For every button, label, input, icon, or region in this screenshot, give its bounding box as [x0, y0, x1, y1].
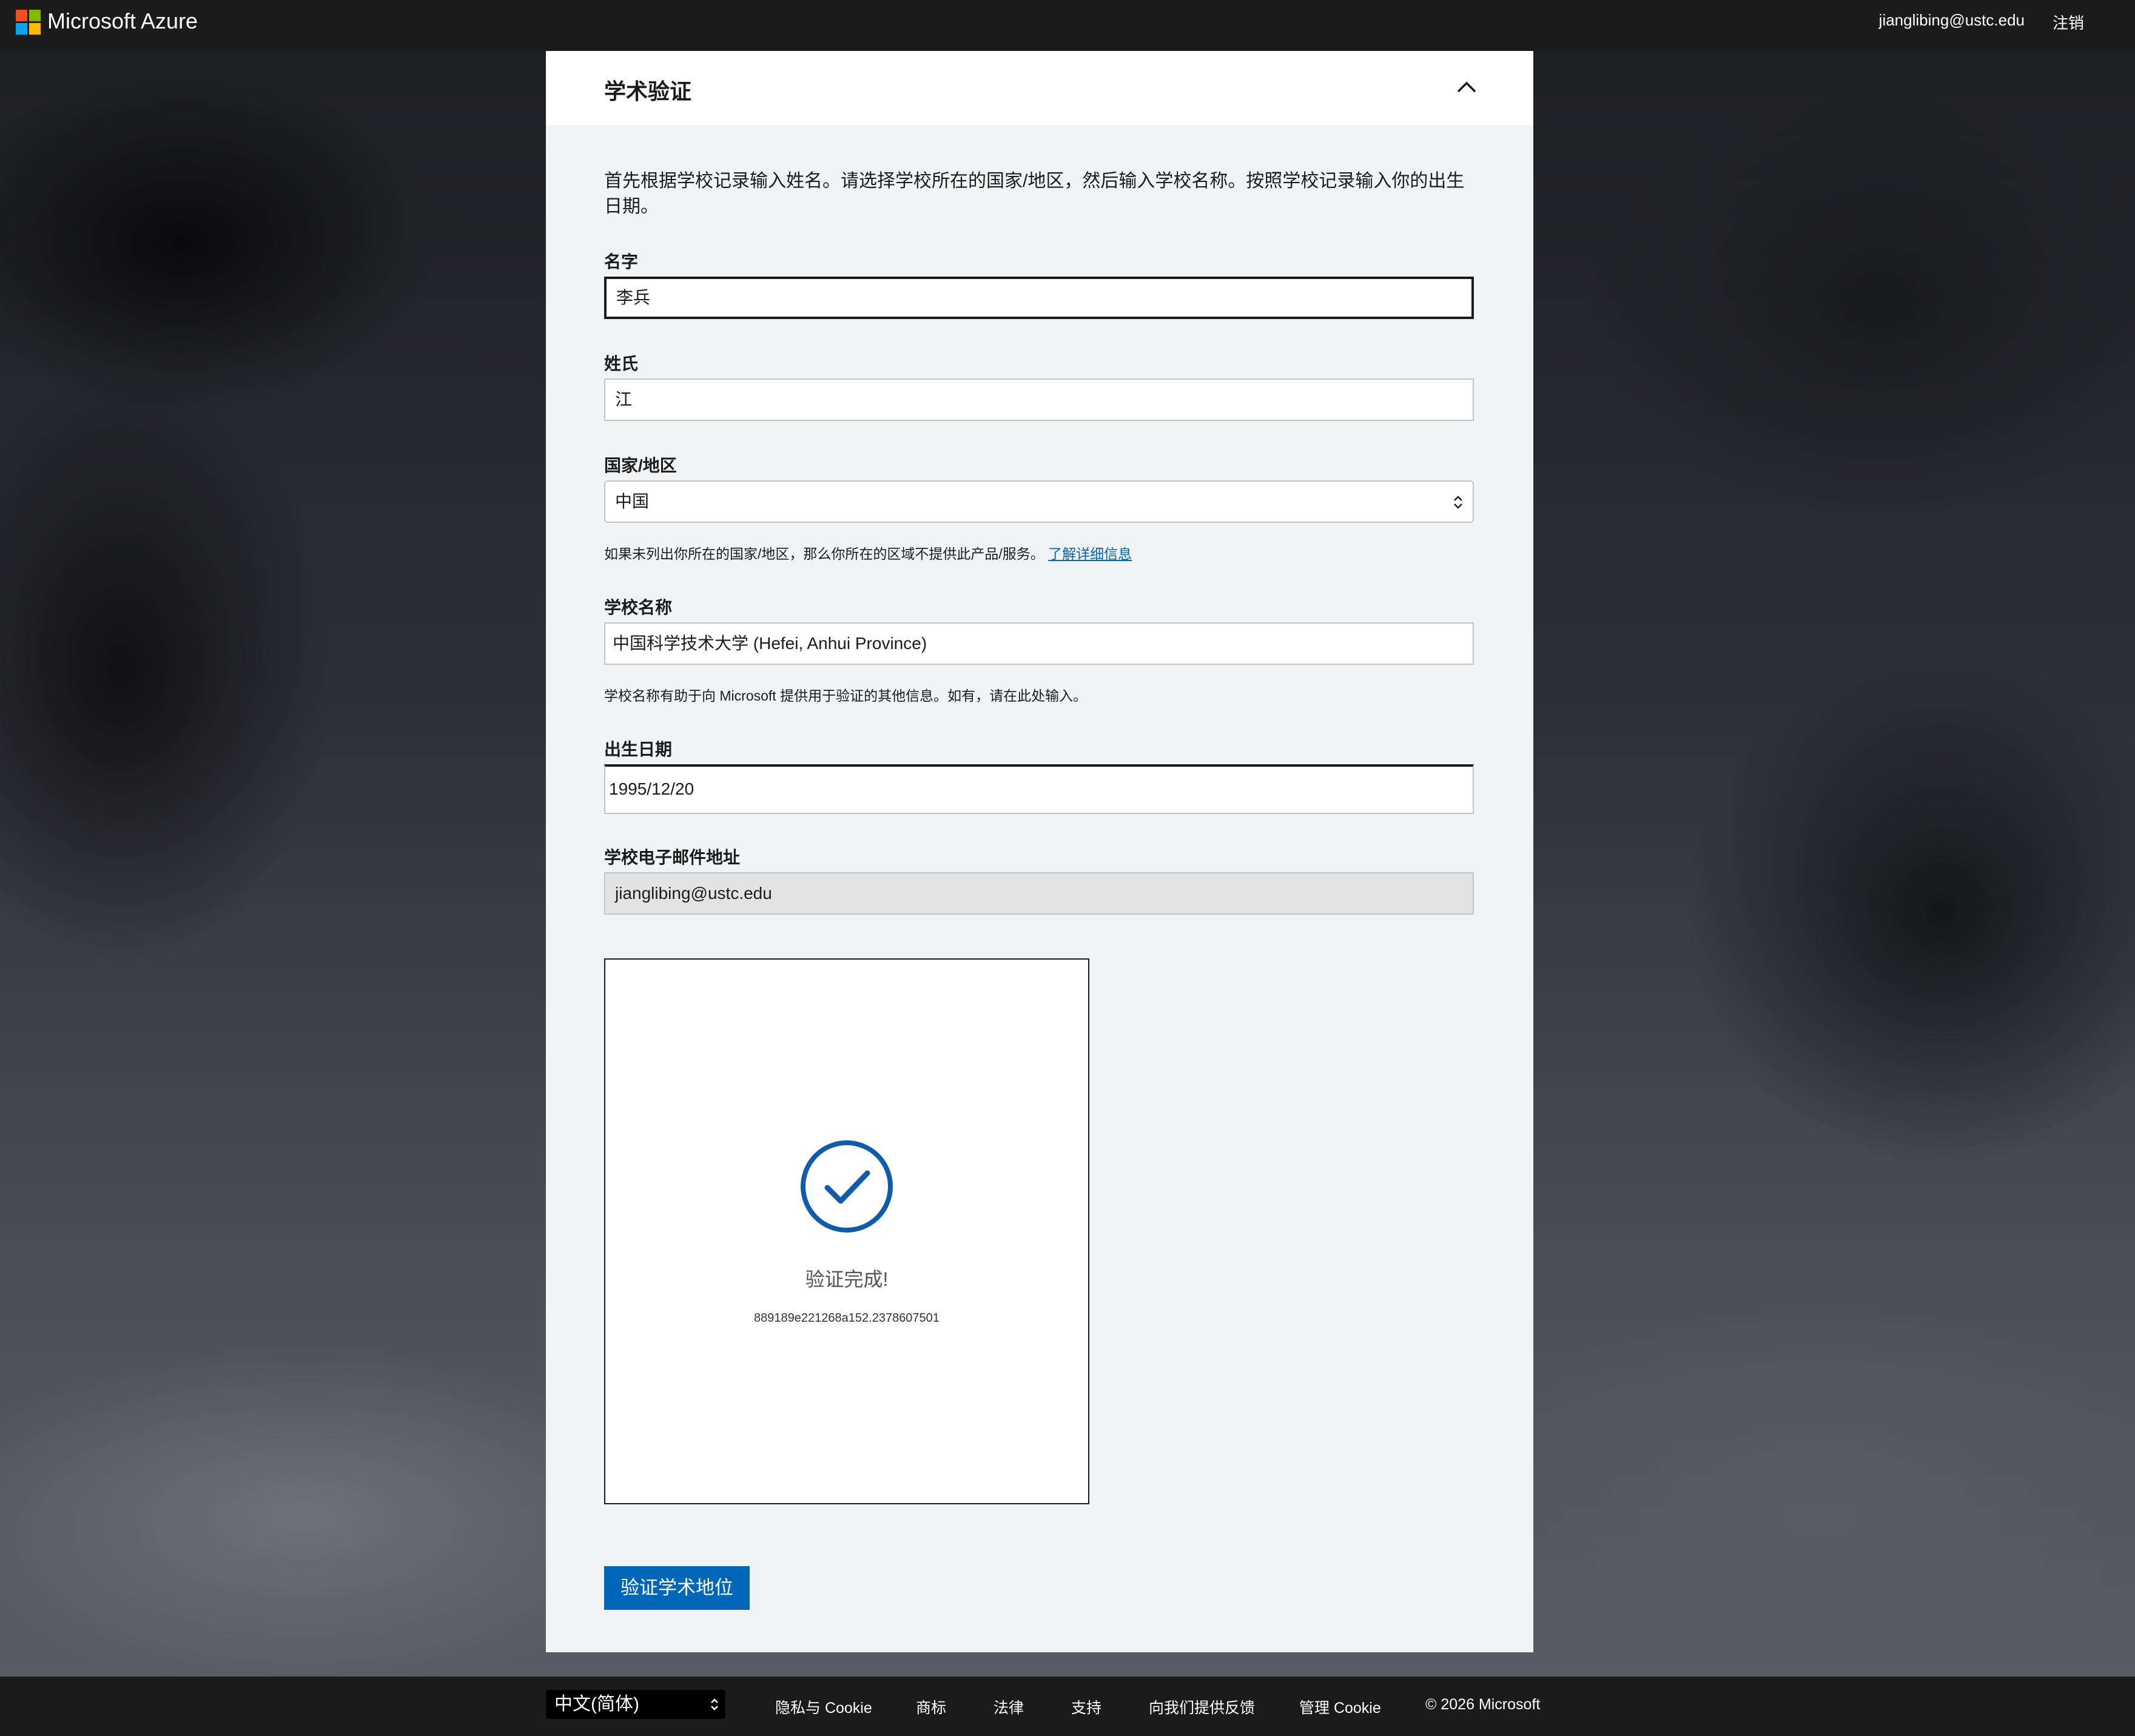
signout-link[interactable]: 注销 [2053, 11, 2084, 33]
country-hint-text: 如果未列出你所在的国家/地区，那么你所在的区域不提供此产品/服务。 [604, 546, 1044, 562]
account-email[interactable]: jianglibing@ustc.edu [1879, 11, 2025, 30]
footer-link-privacy[interactable]: 隐私与 Cookie [775, 1696, 872, 1718]
chevron-up-icon[interactable] [1454, 75, 1479, 99]
verify-academic-status-button[interactable]: 验证学术地位 [604, 1566, 750, 1610]
academic-verification-card: 学术验证 首先根据学校记录输入姓名。请选择学校所在的国家/地区，然后输入学校名称… [546, 51, 1533, 1652]
language-select[interactable]: 中文(简体) [546, 1690, 725, 1719]
last-name-input[interactable]: 江 [604, 378, 1474, 421]
footer-copyright: © 2026 Microsoft [1425, 1696, 1541, 1713]
footer-link-feedback[interactable]: 向我们提供反馈 [1149, 1696, 1255, 1718]
section-header[interactable]: 学术验证 [546, 51, 1533, 125]
last-name-label: 姓氏 [604, 354, 639, 373]
school-email-input: jianglibing@ustc.edu [604, 872, 1474, 915]
first-name-label: 名字 [604, 252, 639, 271]
verification-token: 889189e221268a152.2378607501 [754, 1311, 940, 1325]
country-select[interactable]: 中国 [604, 480, 1474, 523]
school-hint: 学校名称有助于向 Microsoft 提供用于验证的其他信息。如有，请在此处输入… [604, 688, 1088, 704]
school-email-label: 学校电子邮件地址 [604, 848, 741, 867]
verification-status: 验证完成! [805, 1268, 889, 1290]
country-hint: 如果未列出你所在的国家/地区，那么你所在的区域不提供此产品/服务。 了解详细信息 [604, 542, 1132, 563]
captcha-verification-widget[interactable]: 验证完成! 889189e221268a152.2378607501 [604, 958, 1089, 1504]
footer-link-manage-cookies[interactable]: 管理 Cookie [1299, 1696, 1381, 1718]
footer-link-support[interactable]: 支持 [1071, 1696, 1101, 1718]
section-title: 学术验证 [604, 79, 692, 104]
school-name-label: 学校名称 [604, 598, 673, 617]
first-name-input[interactable]: 李兵 [604, 277, 1474, 319]
learn-more-link[interactable]: 了解详细信息 [1048, 546, 1132, 562]
select-updown-icon [711, 1698, 718, 1711]
brand-name[interactable]: Microsoft Azure [47, 8, 198, 34]
birthdate-label: 出生日期 [604, 740, 673, 759]
school-name-input[interactable]: 中国科学技术大学 (Hefei, Anhui Province) [604, 622, 1474, 665]
country-select-value: 中国 [615, 492, 650, 511]
language-select-value: 中文(简体) [554, 1694, 639, 1714]
top-navigation-bar: Microsoft Azure jianglibing@ustc.edu 注销 [0, 0, 2135, 51]
country-label: 国家/地区 [604, 456, 677, 475]
checkmark-circle-icon [801, 1140, 893, 1233]
page-footer: 中文(简体) 隐私与 Cookie 商标 法律 支持 向我们提供反馈 管理 Co… [0, 1677, 2135, 1736]
footer-link-trademarks[interactable]: 商标 [916, 1696, 946, 1718]
select-updown-icon [1454, 496, 1462, 509]
birthdate-input[interactable]: 1995/12/20 [604, 764, 1474, 814]
footer-link-legal[interactable]: 法律 [994, 1696, 1024, 1718]
microsoft-logo-icon[interactable] [16, 10, 41, 35]
instructions-text: 首先根据学校记录输入姓名。请选择学校所在的国家/地区，然后输入学校名称。按照学校… [604, 171, 1465, 217]
